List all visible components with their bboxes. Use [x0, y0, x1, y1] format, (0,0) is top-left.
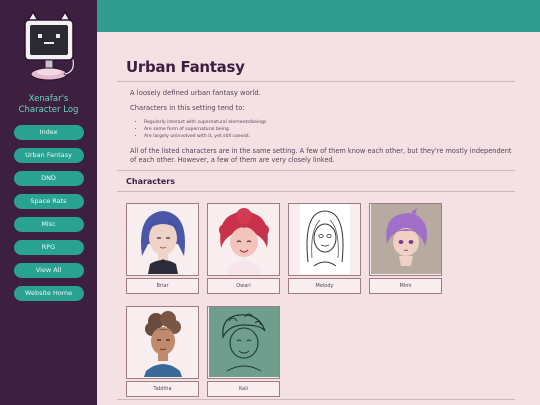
character-portrait-mimi[interactable] — [369, 202, 442, 276]
character-portrait-tabitha[interactable] — [126, 305, 199, 379]
portrait-image — [127, 307, 198, 378]
character-card-owari[interactable]: Owari — [207, 202, 280, 294]
character-card-mimi[interactable]: Mimi — [369, 202, 442, 294]
portrait-image — [370, 204, 441, 275]
sidebar-nav: Index Urban Fantasy DND Space Rats Misc … — [13, 125, 84, 301]
tend-to-text: Characters in this setting tend to: — [130, 104, 245, 112]
character-portrait-melody[interactable] — [288, 202, 361, 276]
character-grid: Briar Owari Melody Mimi Tabitha Kali — [126, 202, 515, 397]
page-title: Urban Fantasy — [117, 58, 515, 82]
nav-dnd-button[interactable]: DND — [13, 171, 84, 186]
nav-website-home-button[interactable]: Website Home — [13, 286, 84, 301]
list-item: Are largely uninvolved with it, yet stil… — [144, 133, 515, 140]
monitor-cat-icon — [23, 10, 75, 81]
character-portrait-kali[interactable] — [207, 305, 280, 379]
character-name-tabitha[interactable]: Tabitha — [126, 380, 199, 397]
portrait-image — [299, 204, 350, 275]
nav-space-rats-button[interactable]: Space Rats — [13, 194, 84, 209]
nav-index-button[interactable]: Index — [13, 125, 84, 140]
site-title-line2: Character Log — [18, 105, 79, 115]
description: A loosely defined urban fantasy world. C… — [117, 89, 515, 165]
section-title-characters: Characters — [117, 169, 515, 192]
character-name-briar[interactable]: Briar — [126, 277, 199, 294]
character-card-kali[interactable]: Kali — [207, 305, 280, 397]
portrait-image — [208, 307, 279, 378]
site-title-line1: Xenafar's — [28, 94, 69, 104]
main-content: Urban Fantasy A loosely defined urban fa… — [117, 58, 515, 397]
portrait-image — [127, 204, 198, 275]
traits-list: Regularly interact with supernatural ele… — [130, 119, 515, 140]
character-card-tabitha[interactable]: Tabitha — [126, 305, 199, 397]
list-item: Regularly interact with supernatural ele… — [144, 119, 515, 126]
character-portrait-briar[interactable] — [126, 202, 199, 276]
character-name-owari[interactable]: Owari — [207, 277, 280, 294]
nav-urban-fantasy-button[interactable]: Urban Fantasy — [13, 148, 84, 163]
character-portrait-owari[interactable] — [207, 202, 280, 276]
character-name-melody[interactable]: Melody — [288, 277, 361, 294]
character-card-briar[interactable]: Briar — [126, 202, 199, 294]
intro-text: A loosely defined urban fantasy world. — [130, 89, 261, 97]
nav-rpg-button[interactable]: RPG — [13, 240, 84, 255]
list-item: Are some form of supernatural being — [144, 126, 515, 133]
character-name-mimi[interactable]: Mimi — [369, 277, 442, 294]
top-bar — [97, 0, 540, 32]
portrait-image — [208, 204, 279, 275]
site-title: Xenafar's Character Log — [6, 94, 92, 116]
bottom-divider — [117, 399, 515, 400]
nav-view-all-button[interactable]: View All — [13, 263, 84, 278]
site-logo[interactable] — [19, 10, 79, 90]
character-name-kali[interactable]: Kali — [207, 380, 280, 397]
sidebar: Xenafar's Character Log Index Urban Fant… — [0, 0, 97, 405]
summary-text: All of the listed characters are in the … — [130, 147, 512, 164]
character-card-melody[interactable]: Melody — [288, 202, 361, 294]
nav-misc-button[interactable]: Misc — [13, 217, 84, 232]
